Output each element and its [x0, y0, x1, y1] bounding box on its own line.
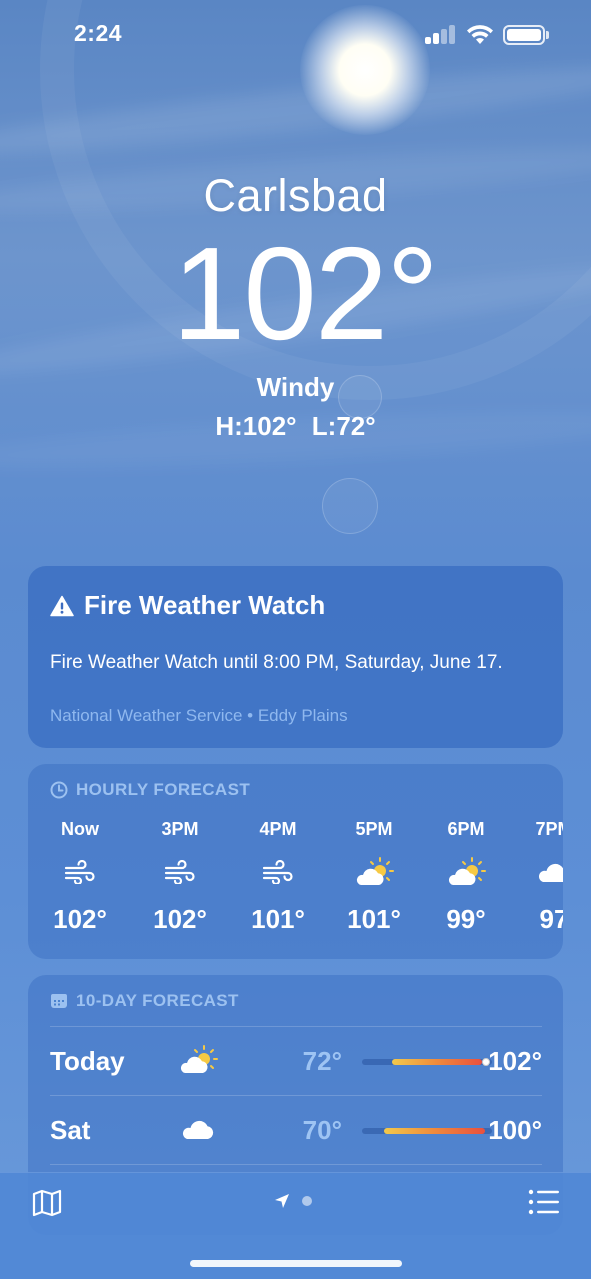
current-temperature: 102°	[171, 220, 439, 367]
hourly-item: 6PM 99°	[426, 816, 506, 936]
page-dot	[302, 1196, 312, 1206]
day-name: Today	[50, 1046, 125, 1076]
cellular-signal-icon	[425, 25, 457, 44]
day-high-temp: 100°	[488, 1115, 542, 1145]
hourly-forecast-card[interactable]: HOURLY FORECAST Now 102° 3PM 102° 4PM 10…	[28, 764, 563, 959]
day-low-temp: 70°	[302, 1115, 342, 1145]
partly-sunny-icon	[334, 842, 414, 902]
wifi-icon	[467, 25, 493, 44]
wind-icon	[40, 842, 120, 902]
alert-title-row: Fire Weather Watch	[50, 590, 325, 621]
wind-icon	[140, 842, 220, 902]
day-row[interactable]: Today 72° 102°	[50, 1026, 542, 1095]
warning-icon	[50, 595, 74, 616]
location-arrow-icon	[275, 1194, 289, 1208]
partly-sunny-icon	[426, 842, 506, 902]
temperature-range-bar	[362, 1058, 492, 1066]
wind-icon	[238, 842, 318, 902]
day-high-temp: 102°	[488, 1046, 542, 1076]
status-time: 2:24	[74, 20, 123, 46]
temperature-range-fill	[384, 1128, 486, 1134]
weather-alert-card[interactable]: Fire Weather Watch Fire Weather Watch un…	[28, 566, 563, 748]
hourly-item: 7PM 97	[514, 816, 563, 936]
hourly-item: 5PM 101°	[334, 816, 414, 936]
hour-temp: 102°	[53, 904, 107, 934]
current-condition: Windy	[256, 372, 335, 402]
hour-temp: 101°	[251, 904, 305, 934]
clock-icon	[50, 781, 68, 799]
cloud-icon	[176, 1109, 220, 1149]
cloud-icon	[514, 842, 563, 902]
current-weather-header: Carlsbad 102° Windy H:102° L:72°	[0, 170, 591, 442]
temperature-range-fill	[391, 1059, 482, 1065]
high-low: H:102° L:72°	[0, 411, 591, 442]
day-name: Sat	[50, 1115, 91, 1145]
hour-time: 7PM	[535, 819, 563, 839]
hour-temp: 101°	[347, 904, 401, 934]
ten-day-forecast-label: 10-DAY FORECAST	[50, 991, 239, 1011]
battery-cap	[546, 31, 549, 39]
hour-time: 4PM	[259, 819, 297, 839]
hour-time: 5PM	[355, 819, 393, 839]
hour-temp: 102°	[153, 904, 207, 934]
partly-sunny-icon	[176, 1040, 220, 1080]
alert-body: Fire Weather Watch until 8:00 PM, Saturd…	[50, 652, 503, 673]
list-icon[interactable]	[528, 1189, 560, 1215]
hour-temp: 97	[539, 904, 563, 934]
battery-icon	[503, 25, 545, 45]
day-row[interactable]: Sat 70° 100°	[50, 1095, 542, 1164]
hour-time: 3PM	[161, 819, 199, 839]
alert-source: National Weather Service • Eddy Plains	[50, 706, 348, 725]
hour-temp: 99°	[446, 904, 486, 934]
lens-flare	[322, 478, 378, 534]
alert-title: Fire Weather Watch	[84, 590, 326, 620]
hourly-item: 4PM 101°	[238, 816, 318, 936]
day-low-temp: 72°	[302, 1046, 342, 1076]
status-bar: 2:24	[0, 0, 591, 70]
low-temp: L:72°	[311, 411, 376, 441]
calendar-icon	[51, 994, 67, 1008]
hourly-item: Now 102°	[40, 816, 120, 936]
hour-time: 6PM	[447, 819, 485, 839]
hourly-item: 3PM 102°	[140, 816, 220, 936]
temperature-range-bar	[362, 1128, 492, 1134]
hourly-forecast-label: HOURLY FORECAST	[50, 780, 250, 800]
home-indicator[interactable]	[190, 1260, 402, 1267]
city-name: Carlsbad	[203, 170, 388, 221]
map-icon[interactable]	[31, 1187, 63, 1219]
hour-time: Now	[61, 819, 99, 839]
page-indicator[interactable]	[274, 1193, 312, 1209]
high-temp: H:102°	[215, 411, 297, 441]
